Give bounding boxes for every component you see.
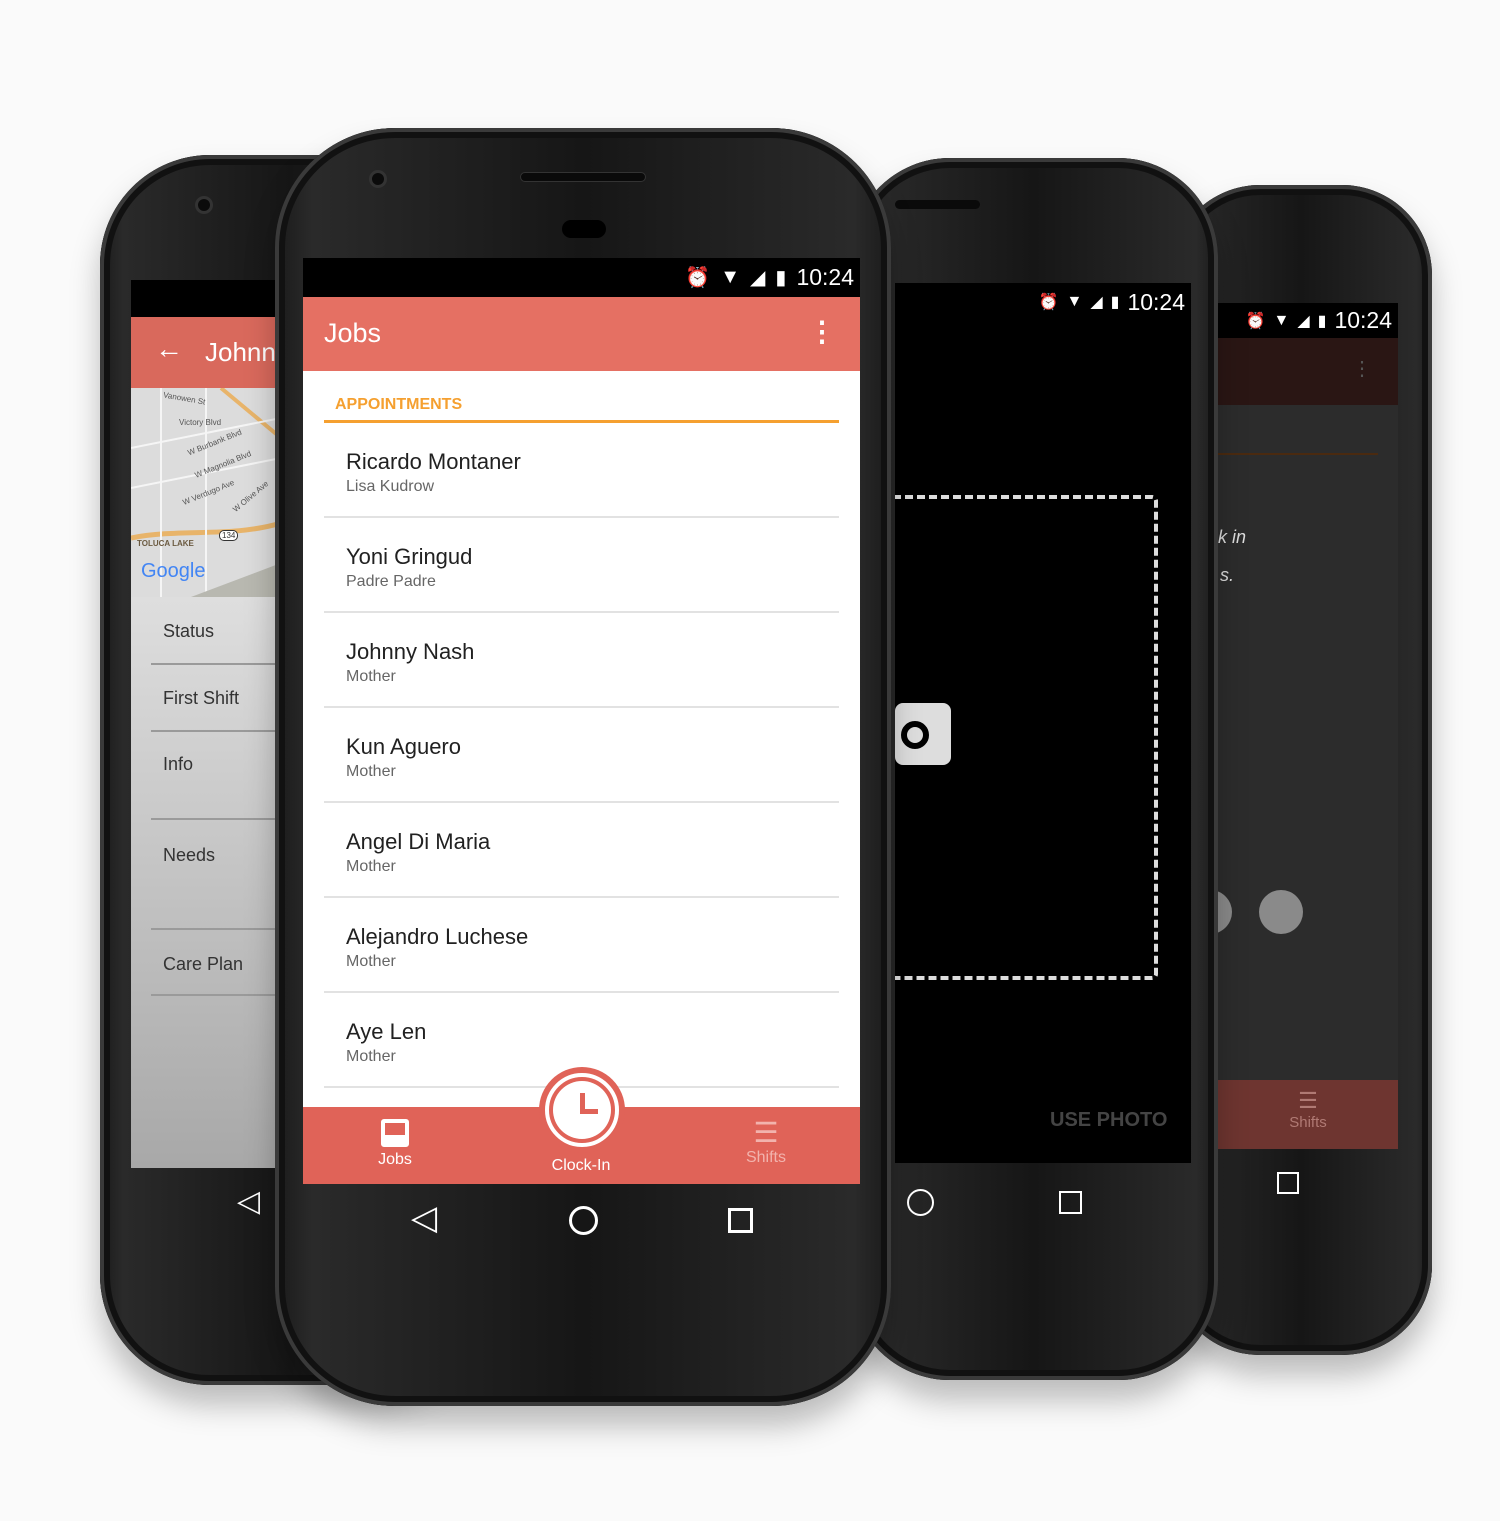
camera-screen: ⏰ ▼ ◢ ▮ 10:24 USE PHOTO: [895, 283, 1191, 1163]
nav-jobs[interactable]: Jobs: [335, 1119, 455, 1169]
appointment-name: Johnny Nash: [346, 639, 475, 664]
appointment-relation: Mother: [346, 953, 396, 970]
use-photo-button[interactable]: USE PHOTO: [1050, 1109, 1167, 1132]
row-needs[interactable]: Needs: [151, 820, 281, 930]
text-line: s.: [1220, 565, 1235, 585]
row-first-shift[interactable]: First Shift: [151, 665, 281, 732]
home-button[interactable]: [569, 1206, 598, 1235]
text-line: k in: [1218, 527, 1247, 547]
list-icon[interactable]: ☰: [1218, 1088, 1398, 1114]
map-label: 134: [219, 530, 239, 541]
tab-appointments[interactable]: APPOINTMENTS: [324, 371, 839, 423]
status-bar: ⏰ ▼ ◢ ▮ 10:24: [303, 258, 860, 297]
list-icon: ☰: [753, 1117, 779, 1148]
more-vert-icon[interactable]: ⋮: [1352, 356, 1372, 381]
signal-icon: ◢: [1090, 294, 1103, 311]
back-button[interactable]: ◁: [411, 1198, 437, 1238]
appointment-item[interactable]: Alejandro Luchese Mother: [324, 898, 839, 993]
detail-list: Status First Shift Info Needs Care Plan: [131, 597, 281, 1168]
row-care-plan[interactable]: Care Plan: [151, 930, 281, 996]
status-time: 10:24: [1334, 307, 1392, 333]
appointment-name: Kun Aguero: [346, 734, 461, 759]
earpiece: [520, 172, 646, 182]
status-time: 10:24: [796, 264, 854, 290]
app-bar: ← Johnn: [131, 317, 281, 388]
sensor: [562, 220, 606, 238]
app-bar-title: Jobs: [324, 318, 382, 348]
bottom-bar: ☰ Shifts: [1218, 1080, 1398, 1149]
recents-button[interactable]: [728, 1208, 753, 1233]
battery-charging-icon: ▮: [1317, 312, 1327, 330]
appointment-name: Ricardo Montaner: [346, 449, 521, 474]
recents-button[interactable]: [1059, 1191, 1082, 1214]
appointment-relation: Mother: [346, 858, 396, 875]
appointment-name: Alejandro Luchese: [346, 924, 529, 949]
camera-icon[interactable]: [895, 703, 951, 765]
map[interactable]: Vanowen St Victory Blvd W Burbank Blvd W…: [131, 388, 281, 597]
appointment-relation: Mother: [346, 763, 396, 780]
status-bar: ⏰ ▼ ◢ ▮ 10:24: [895, 283, 1191, 321]
battery-charging-icon: ▮: [1110, 294, 1120, 311]
right-screen: ⏰ ▼ ◢ ▮ 10:24 ⋮ k in s. ☰ Shifts: [1218, 303, 1398, 1149]
inbox-icon: [381, 1119, 409, 1147]
appointment-item[interactable]: Angel Di Maria Mother: [324, 803, 839, 898]
nav-shifts[interactable]: ☰ Shifts: [706, 1117, 826, 1167]
tab-indicator: [1218, 453, 1378, 455]
app-bar-title: Johnn: [205, 337, 276, 367]
alarm-icon: ⏰: [1245, 312, 1266, 330]
alarm-icon: ⏰: [685, 267, 711, 289]
row-status[interactable]: Status: [151, 597, 281, 665]
clock-in-button[interactable]: [539, 1067, 625, 1153]
appointment-item[interactable]: Kun Aguero Mother: [324, 708, 839, 803]
dot[interactable]: [1218, 890, 1232, 934]
appointment-name: Angel Di Maria: [346, 829, 491, 854]
appointment-item[interactable]: Yoni Gringud Padre Padre: [324, 518, 839, 613]
battery-charging-icon: ▮: [775, 267, 787, 289]
appointment-name: Yoni Gringud: [346, 544, 473, 569]
back-button[interactable]: ◁: [237, 1184, 260, 1219]
status-time: 10:24: [1127, 288, 1185, 315]
wifi-icon: ▼: [1273, 311, 1290, 329]
front-camera: [195, 196, 213, 214]
appointment-item[interactable]: Johnny Nash Mother: [324, 613, 839, 708]
more-vert-icon[interactable]: ⋮: [808, 315, 836, 348]
tab-label: APPOINTMENTS: [335, 396, 463, 413]
wifi-icon: ▼: [1066, 293, 1083, 310]
appointment-name: Aye Len: [346, 1019, 427, 1044]
earpiece: [895, 200, 980, 209]
dot[interactable]: [1259, 890, 1303, 934]
left-screen: ← Johnn Vanowen St Victory Blvd W Burban…: [131, 280, 281, 1168]
status-bar: ⏰ ▼ ◢ ▮ 10:24: [1218, 303, 1398, 338]
nav-label: Shifts: [745, 1149, 786, 1166]
wifi-icon: ▼: [720, 266, 741, 288]
clock-icon: [545, 1073, 619, 1147]
appointment-relation: Mother: [346, 1048, 396, 1065]
appointment-item[interactable]: Ricardo Montaner Lisa Kudrow: [324, 423, 839, 518]
nav-label: Jobs: [378, 1151, 412, 1168]
app-bar: Jobs ⋮: [303, 297, 860, 371]
map-label: TOLUCA LAKE: [137, 539, 194, 548]
arrow-left-icon[interactable]: ←: [155, 333, 183, 365]
row-info[interactable]: Info: [151, 732, 281, 820]
nav-label: Clock-In: [551, 1157, 611, 1174]
appointment-relation: Padre Padre: [346, 573, 436, 590]
home-button[interactable]: [907, 1189, 934, 1216]
signal-icon: ◢: [750, 267, 766, 289]
appointment-relation: Mother: [346, 668, 396, 685]
alarm-icon: ⏰: [1038, 294, 1059, 311]
nav-clock-in[interactable]: Clock-In: [521, 1157, 641, 1175]
map-label: Victory Blvd: [179, 418, 222, 427]
jobs-screen: ⏰ ▼ ◢ ▮ 10:24 Jobs ⋮ APPOINTMENTS Ricard…: [303, 258, 860, 1184]
signal-icon: ◢: [1297, 312, 1310, 330]
front-camera: [369, 170, 387, 188]
nav-shifts[interactable]: Shifts: [1218, 1114, 1398, 1131]
app-bar: ⋮: [1218, 338, 1398, 405]
google-logo: Google: [141, 560, 206, 582]
appointment-relation: Lisa Kudrow: [346, 478, 435, 495]
recents-button[interactable]: [1277, 1172, 1299, 1194]
